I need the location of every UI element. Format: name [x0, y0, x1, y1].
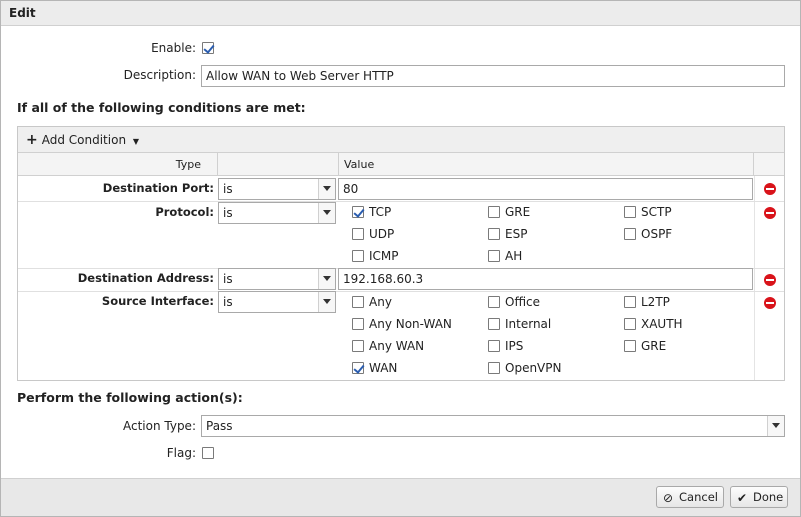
checkbox[interactable] — [352, 250, 364, 262]
destination-address-label: Destination Address: — [77, 271, 214, 285]
grid-toolbar: + Add Condition ▼ — [18, 127, 784, 153]
chevron-down-icon — [318, 292, 335, 312]
option-label: TCP — [369, 205, 392, 219]
operator-value: is — [223, 206, 233, 220]
operator-value: is — [223, 295, 233, 309]
action-type-label: Action Type: — [122, 419, 196, 433]
option-label: L2TP — [641, 295, 670, 309]
option-label: Any Non-WAN — [369, 317, 452, 331]
cancel-icon: ⊘ — [663, 491, 674, 505]
checkbox[interactable] — [352, 362, 364, 374]
value-column-header[interactable]: Value — [339, 153, 754, 176]
row-divider — [18, 201, 784, 202]
checkbox[interactable] — [488, 228, 500, 240]
destination-address-input[interactable]: 192.168.60.3 — [338, 268, 753, 290]
description-label: Description: — [123, 68, 196, 82]
cancel-button[interactable]: ⊘ Cancel — [656, 486, 724, 508]
option-label: GRE — [505, 205, 531, 219]
chevron-down-icon — [318, 269, 335, 289]
cancel-label: Cancel — [679, 490, 718, 504]
flag-checkbox[interactable] — [202, 447, 214, 459]
checkbox[interactable] — [488, 206, 500, 218]
checkbox[interactable] — [488, 318, 500, 330]
checkbox[interactable] — [488, 250, 500, 262]
checkbox[interactable] — [624, 228, 636, 240]
operator-value: is — [223, 182, 233, 196]
action-type-value: Pass — [206, 419, 233, 433]
option-label: Office — [505, 295, 541, 309]
option-label: GRE — [641, 339, 667, 353]
row-divider — [18, 291, 784, 292]
done-label: Done — [753, 490, 784, 504]
chevron-down-icon — [318, 203, 335, 223]
option-label: ICMP — [369, 249, 399, 263]
option-label: Any WAN — [369, 339, 425, 353]
destination-port-label: Destination Port: — [102, 181, 214, 195]
conditions-heading: If all of the following conditions are m… — [17, 100, 306, 115]
remove-condition-icon[interactable] — [764, 297, 776, 309]
done-button[interactable]: ✔ Done — [730, 486, 788, 508]
checkbox[interactable] — [624, 206, 636, 218]
checkbox[interactable] — [488, 362, 500, 374]
type-column-header[interactable]: Type — [18, 153, 218, 176]
edit-dialog: Edit Enable: Description: Allow WAN to W… — [0, 0, 801, 517]
operator-column-header[interactable] — [218, 153, 339, 176]
action-type-select[interactable]: Pass — [201, 415, 785, 437]
remove-condition-icon[interactable] — [764, 274, 776, 286]
add-condition-button[interactable]: + Add Condition ▼ — [26, 132, 139, 148]
option-label: SCTP — [641, 205, 672, 219]
chevron-down-icon — [318, 179, 335, 199]
option-label: UDP — [369, 227, 395, 241]
protocol-operator-select[interactable]: is — [218, 202, 336, 224]
dialog-title: Edit — [9, 6, 36, 20]
conditions-grid: + Add Condition ▼ Type Value Destination … — [17, 126, 785, 381]
destination-port-operator-select[interactable]: is — [218, 178, 336, 200]
checkbox[interactable] — [352, 340, 364, 352]
source-interface-label: Source Interface: — [101, 294, 214, 308]
description-input[interactable]: Allow WAN to Web Server HTTP — [201, 65, 785, 87]
remove-condition-icon[interactable] — [764, 183, 776, 195]
destination-port-input[interactable]: 80 — [338, 178, 753, 200]
enable-checkbox[interactable] — [202, 42, 214, 54]
checkbox[interactable] — [488, 296, 500, 308]
checkbox[interactable] — [488, 340, 500, 352]
option-label: Any — [369, 295, 392, 309]
checkbox[interactable] — [352, 296, 364, 308]
flag-label: Flag: — [166, 446, 196, 460]
caret-down-icon: ▼ — [132, 137, 140, 146]
actions-heading: Perform the following action(s): — [17, 390, 243, 405]
destination-address-operator-select[interactable]: is — [218, 268, 336, 290]
check-icon: ✔ — [737, 491, 748, 505]
operator-value: is — [223, 272, 233, 286]
checkbox[interactable] — [352, 206, 364, 218]
checkbox[interactable] — [352, 318, 364, 330]
dialog-footer: ⊘ Cancel ✔ Done — [1, 478, 800, 516]
checkbox[interactable] — [624, 318, 636, 330]
protocol-label: Protocol: — [155, 205, 214, 219]
add-condition-label: Add Condition — [41, 133, 127, 147]
chevron-down-icon — [767, 416, 784, 436]
option-label: AH — [505, 249, 523, 263]
checkbox[interactable] — [352, 228, 364, 240]
grid-header: Type Value — [18, 153, 784, 176]
option-label: OSPF — [641, 227, 673, 241]
checkbox[interactable] — [624, 340, 636, 352]
enable-label: Enable: — [151, 41, 196, 55]
option-label: IPS — [505, 339, 524, 353]
option-label: OpenVPN — [505, 361, 562, 375]
plus-icon: + — [26, 132, 38, 148]
checkbox[interactable] — [624, 296, 636, 308]
option-label: WAN — [369, 361, 398, 375]
option-label: XAUTH — [641, 317, 683, 331]
source-interface-operator-select[interactable]: is — [218, 291, 336, 313]
dialog-titlebar: Edit — [1, 1, 800, 26]
option-label: Internal — [505, 317, 552, 331]
remove-condition-icon[interactable] — [764, 207, 776, 219]
option-label: ESP — [505, 227, 528, 241]
